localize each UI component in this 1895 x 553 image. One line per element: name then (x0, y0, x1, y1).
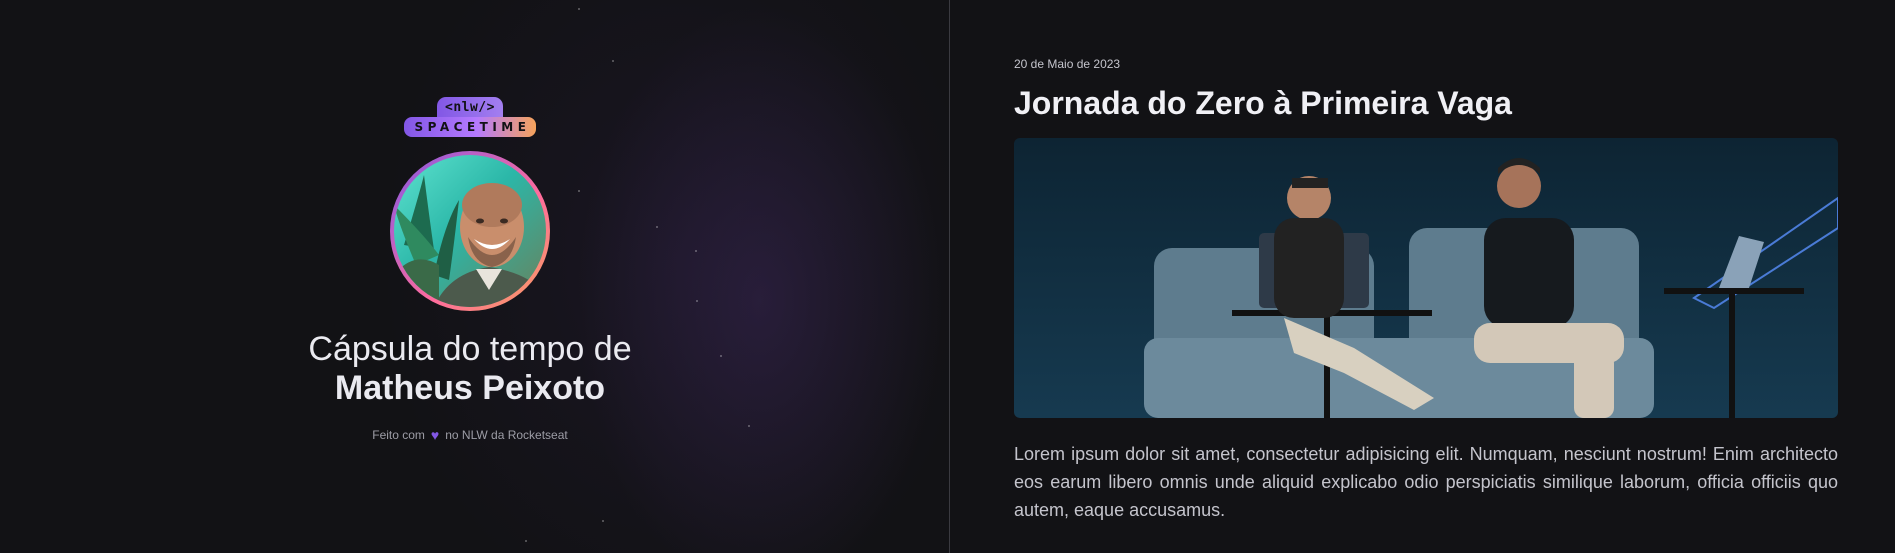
memory-date: 20 de Maio de 2023 (1014, 57, 1121, 71)
title-line: Cápsula do tempo de (308, 330, 632, 368)
memory-cover-image[interactable] (1014, 138, 1838, 418)
footer-prefix: Feito com (372, 428, 425, 442)
star-decoration (602, 520, 604, 522)
footer-suffix[interactable]: no NLW da Rocketseat (445, 428, 568, 442)
heart-icon: ♥ (430, 427, 440, 443)
user-avatar-image (394, 155, 546, 307)
page-title: Cápsula do tempo de Matheus Peixoto (308, 330, 631, 408)
logo-tag: <nlw/> (437, 97, 503, 118)
star-decoration (578, 8, 580, 10)
left-panel: <nlw/> SPACETIME Cápsula do tempo de Mat… (0, 0, 950, 553)
footer-note: Feito com ♥ no NLW da Rocketseat (372, 428, 568, 442)
logo-wordmark: SPACETIME (403, 117, 537, 137)
spacetime-logo[interactable]: <nlw/> SPACETIME (403, 97, 537, 137)
profile-block: <nlw/> SPACETIME Cápsula do tempo de Mat… (0, 97, 940, 442)
star-decoration (525, 540, 527, 542)
memory-panel: 20 de Maio de 2023 Jornada do Zero à Pri… (950, 0, 1895, 553)
app-root: <nlw/> SPACETIME Cápsula do tempo de Mat… (0, 0, 1895, 553)
user-name: Matheus Peixoto (334, 369, 606, 407)
star-decoration (612, 60, 614, 62)
memory-description: Lorem ipsum dolor sit amet, consectetur … (1014, 444, 1838, 520)
avatar[interactable] (390, 151, 550, 311)
memory-title: Jornada do Zero à Primeira Vaga (1014, 85, 1512, 121)
